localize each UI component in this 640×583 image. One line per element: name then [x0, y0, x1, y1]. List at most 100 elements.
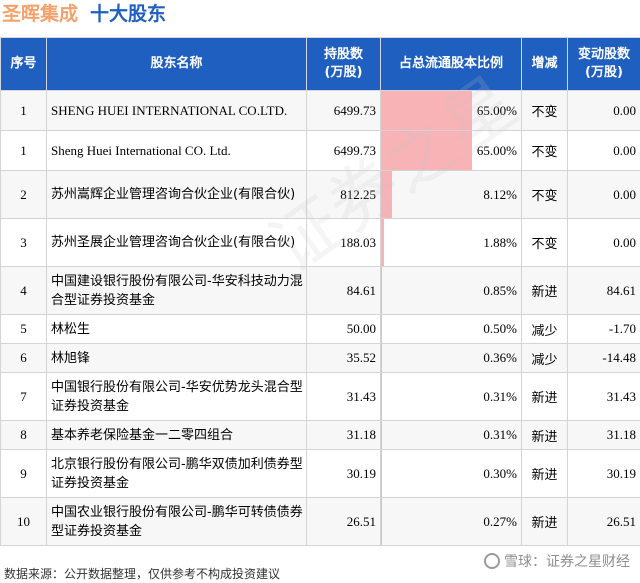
table-row: 1 SHENG HUEI INTERNATIONAL CO.LTD. 6499.73… [0, 90, 640, 131]
table-header-row: 序号 股东名称 持股数 (万股) 占总流通股本比例 增减 变动股数 (万股) [0, 37, 640, 91]
brand-text: 雪球：证券之星财经 [504, 554, 630, 570]
ratio-text: 0.31% [483, 388, 517, 404]
ratio-text: 0.36% [483, 350, 517, 365]
table-row: 10 中国农业银行股份有限公司-鹏华可转债债券型证券投资基金 26.51 0.27% 新… [0, 497, 640, 546]
col-header-delta-line1: 变动股数 [577, 47, 630, 62]
shares-held: 812.25 [306, 170, 381, 219]
share-change: -1.70 [567, 314, 640, 344]
row-index: 6 [0, 343, 47, 373]
shareholder-name: 中国农业银行股份有限公司-鹏华可转债债券型证券投资基金 [46, 497, 307, 546]
float-share-ratio: 8.12% [380, 170, 522, 219]
share-change: 31.18 [567, 420, 640, 450]
shares-held: 84.61 [306, 266, 381, 315]
float-share-ratio: 0.30% [380, 449, 522, 498]
section-title: 十大股东 [90, 3, 167, 25]
change-type: 不变 [521, 130, 568, 171]
ratio-bar [381, 344, 382, 372]
change-type: 新进 [521, 420, 568, 450]
ratio-bar [381, 91, 472, 130]
table-row: 3 苏州圣展企业管理咨询合伙企业(有限合伙) 188.03 1.88% 不变 0.00 [0, 218, 640, 267]
float-share-ratio: 0.27% [380, 497, 522, 546]
shares-held: 35.52 [306, 343, 381, 373]
col-header-ratio: 占总流通股本比例 [380, 37, 522, 91]
row-index: 3 [0, 218, 47, 267]
col-header-shares-line2: (万股) [324, 65, 363, 80]
col-header-shares: 持股数 (万股) [306, 37, 381, 91]
table-row: 2 苏州嵩辉企业管理咨询合伙企业(有限合伙) 812.25 8.12% 不变 0.00 [0, 170, 640, 219]
float-share-ratio: 0.36% [380, 343, 522, 373]
ratio-text: 65.00% [476, 102, 517, 118]
table-row: 6 林旭锋 35.52 0.36% 减少 -14.48 [0, 343, 640, 373]
shareholder-name: 苏州圣展企业管理咨询合伙企业(有限合伙) [46, 218, 307, 267]
table-row: 4 中国建设银行股份有限公司-华安科技动力混合型证券投资基金 84.61 0.85% 新… [0, 266, 640, 315]
ratio-bar [381, 267, 383, 314]
table-row: 7 中国银行股份有限公司-华安优势龙头混合型证券投资基金 31.43 0.31% 新进 3… [0, 372, 640, 421]
row-index: 8 [0, 420, 47, 450]
ratio-text: 65.00% [476, 142, 517, 158]
share-change: 84.61 [567, 266, 640, 315]
table-row: 5 林松生 50.00 0.50% 减少 -1.70 [0, 314, 640, 344]
share-change: -14.48 [567, 343, 640, 373]
row-index: 4 [0, 266, 47, 315]
ratio-text: 0.50% [483, 321, 517, 336]
row-index: 2 [0, 170, 47, 219]
col-header-change-type: 增减 [521, 37, 568, 91]
float-share-ratio: 0.50% [380, 314, 522, 344]
col-header-shares-line1: 持股数 [323, 47, 363, 62]
share-change: 30.19 [567, 449, 640, 498]
float-share-ratio: 65.00% [380, 90, 522, 131]
share-change: 26.51 [567, 497, 640, 546]
ratio-bar [381, 131, 472, 170]
ratio-text: 1.88% [483, 234, 517, 250]
change-type: 新进 [521, 266, 568, 315]
shares-held: 50.00 [306, 314, 381, 344]
shares-held: 188.03 [306, 218, 381, 267]
float-share-ratio: 0.85% [380, 266, 522, 315]
float-share-ratio: 65.00% [380, 130, 522, 171]
change-type: 减少 [521, 314, 568, 344]
title-bar: 圣晖集成 十大股东 [0, 0, 640, 30]
change-type: 不变 [521, 170, 568, 219]
shares-held: 26.51 [306, 497, 381, 546]
col-header-delta: 变动股数 (万股) [567, 37, 640, 91]
row-index: 9 [0, 449, 47, 498]
ratio-text: 0.31% [483, 427, 517, 442]
ratio-text: 8.12% [483, 186, 517, 202]
shareholder-name: 基本养老保险基金一二零四组合 [46, 420, 307, 450]
shareholder-name: SHENG HUEI INTERNATIONAL CO.LTD. [46, 90, 307, 131]
shares-held: 6499.73 [306, 130, 381, 171]
shares-held: 31.43 [306, 372, 381, 421]
share-change: 0.00 [567, 130, 640, 171]
shareholder-name: 中国建设银行股份有限公司-华安科技动力混合型证券投资基金 [46, 266, 307, 315]
row-index: 1 [0, 130, 47, 171]
change-type: 新进 [521, 372, 568, 421]
share-change: 0.00 [567, 170, 640, 219]
top-ten-shareholders-table: 序号 股东名称 持股数 (万股) 占总流通股本比例 增减 变动股数 (万股) 1… [0, 37, 640, 546]
float-share-ratio: 0.31% [380, 420, 522, 450]
float-share-ratio: 1.88% [380, 218, 522, 267]
change-type: 不变 [521, 90, 568, 131]
col-header-name: 股东名称 [46, 37, 307, 91]
shareholder-name: Sheng Huei International CO. Ltd. [46, 130, 307, 171]
ratio-text: 0.85% [483, 282, 517, 298]
ratio-bar [381, 219, 384, 266]
ratio-text: 0.30% [483, 465, 517, 481]
company-title: 圣晖集成 [2, 3, 79, 25]
ratio-text: 0.27% [483, 513, 517, 529]
table-body: 1 SHENG HUEI INTERNATIONAL CO.LTD. 6499.73… [0, 90, 640, 546]
shareholder-name: 林松生 [46, 314, 307, 344]
snowball-logo-icon [484, 553, 500, 569]
shareholder-name: 林旭锋 [46, 343, 307, 373]
share-change: 0.00 [567, 90, 640, 131]
float-share-ratio: 0.31% [380, 372, 522, 421]
change-type: 不变 [521, 218, 568, 267]
table-row: 9 北京银行股份有限公司-鹏华双债加利债券型证券投资基金 30.19 0.30% 新进 3… [0, 449, 640, 498]
table-row: 1 Sheng Huei International CO. Ltd. 6499.7… [0, 130, 640, 171]
row-index: 7 [0, 372, 47, 421]
col-header-index: 序号 [0, 37, 47, 91]
ratio-bar [381, 171, 393, 218]
row-index: 5 [0, 314, 47, 344]
change-type: 新进 [521, 497, 568, 546]
shares-held: 6499.73 [306, 90, 381, 131]
change-type: 减少 [521, 343, 568, 373]
